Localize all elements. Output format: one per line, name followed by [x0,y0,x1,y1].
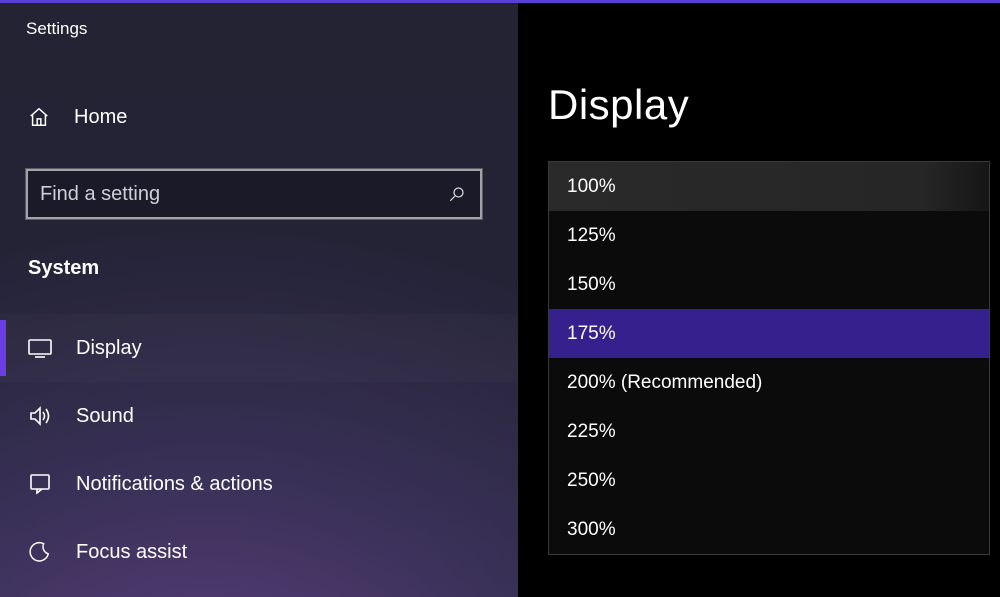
nav-item-label: Notifications & actions [76,473,273,496]
display-icon [28,336,52,360]
scale-option-300[interactable]: 300% [549,505,989,554]
home-label: Home [74,106,127,129]
nav-item-label: Display [76,337,142,360]
page-title: Display [518,3,1000,129]
search-icon [448,185,466,203]
nav-item-focus-assist[interactable]: Focus assist [0,518,518,586]
nav-item-sound[interactable]: Sound [0,382,518,450]
scale-option-225[interactable]: 225% [549,407,989,456]
home-icon [28,106,50,128]
search-box[interactable] [26,169,482,219]
nav-list: Display Sound [0,314,518,586]
nav-item-label: Focus assist [76,541,187,564]
home-button[interactable]: Home [0,95,518,139]
scale-option-200[interactable]: 200% (Recommended) [549,358,989,407]
focus-assist-icon [28,540,52,564]
scale-option-175[interactable]: 175% [549,309,989,358]
settings-sidebar: Settings Home [0,0,518,597]
scale-option-125[interactable]: 125% [549,211,989,260]
nav-item-label: Sound [76,405,134,428]
accent-bar [0,0,518,3]
scale-option-150[interactable]: 150% [549,260,989,309]
scale-option-250[interactable]: 250% [549,456,989,505]
section-title: System [0,219,518,280]
main-panel: Display 100% 125% 150% 175% 200% (Recomm… [518,0,1000,597]
app-title: Settings [0,0,518,39]
sound-icon [28,404,52,428]
nav-item-notifications[interactable]: Notifications & actions [0,450,518,518]
scale-option-100[interactable]: 100% [549,162,989,211]
nav-item-display[interactable]: Display [0,314,518,382]
search-input[interactable] [40,183,448,206]
notifications-icon [28,472,52,496]
scale-dropdown[interactable]: 100% 125% 150% 175% 200% (Recommended) 2… [548,161,990,555]
